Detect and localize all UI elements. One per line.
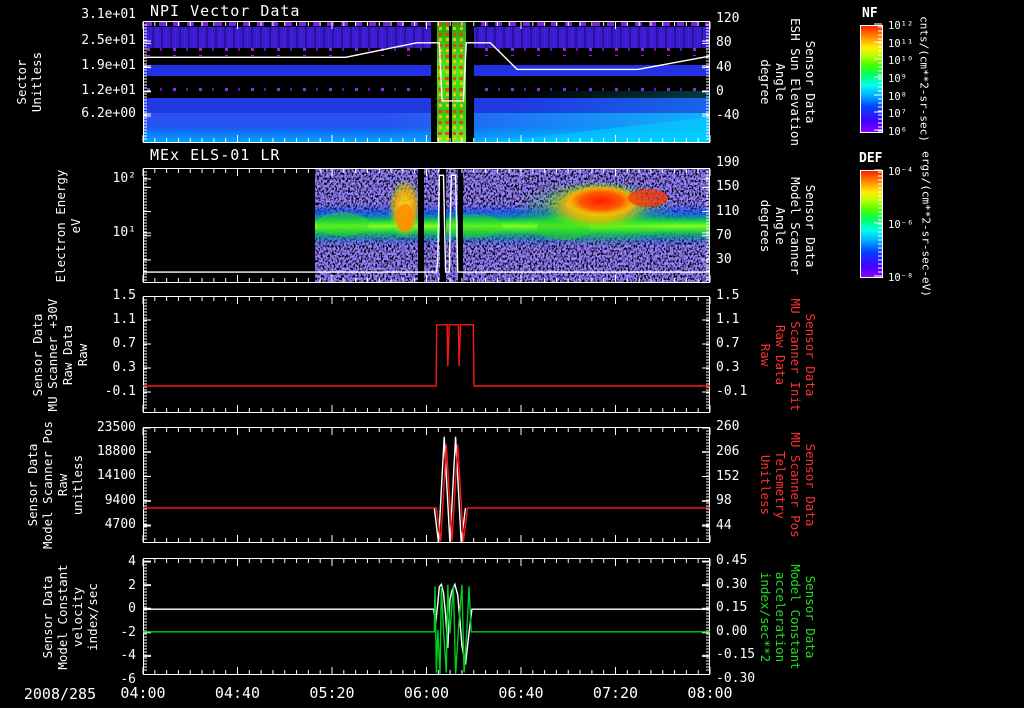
- y-axis-label: Sensor Data Model Scanner Pos Raw unitle…: [25, 421, 85, 549]
- esh-sun-elevation-angle: [143, 42, 711, 102]
- colorbar-tick-label: 10⁻⁸: [888, 272, 914, 284]
- y-tick-label: 2.5e+01: [81, 33, 136, 48]
- colorbar-tick-label: 10⁹: [888, 73, 907, 85]
- colorbar-tick-label: 10⁻⁴: [888, 166, 914, 178]
- colorbar-tick-label: 10⁷: [888, 108, 907, 120]
- time-tick-label: 06:40: [498, 684, 544, 702]
- time-tick-label: 08:00: [687, 684, 733, 702]
- y-axis-label: Sensor Data Model Constant velocity inde…: [40, 563, 100, 670]
- colorbar-tick-label: 10¹⁰: [888, 55, 914, 67]
- y-tick-label: 3.1e+01: [81, 7, 136, 22]
- right-axis-label: Sensor Data ESH Sun Elevation Angle degr…: [758, 18, 818, 146]
- y-tick-label: 1.9e+01: [81, 58, 136, 73]
- axes-and-series-layer: [142, 22, 882, 675]
- time-tick-label: 04:40: [214, 684, 261, 702]
- right-axis-label: Sensor Data Model Scanner Angle degrees: [758, 176, 818, 275]
- time-tick-label: 04:00: [120, 684, 166, 702]
- mu-scanner-30v-raw: [143, 324, 710, 387]
- right-axis-label: Sensor Data MU Scanner Pos Telemetry Uni…: [758, 432, 818, 538]
- model-constant-velocity: [143, 582, 710, 665]
- y-axis-label: Sensor Data MU Scanner +30V Raw Data Raw: [30, 298, 90, 411]
- y-axis-label: Sector Unitless: [14, 51, 44, 113]
- plot-screen: NPI Vector Data MEx ELS-01 LR NF cnts/(c…: [0, 0, 1024, 708]
- colorbar-tick-label: 10⁸: [888, 91, 907, 103]
- time-tick-label: 07:20: [592, 684, 639, 702]
- right-y-tick-label: 190: [716, 155, 740, 171]
- colorbar-tick-label: 10¹²: [888, 20, 914, 32]
- time-tick-label: 05:20: [309, 684, 355, 702]
- colorbar-tick-label: 10⁶: [888, 126, 907, 138]
- y-axis-label: Electron Energy eV: [53, 169, 83, 282]
- y-tick-label: 6.2e+00: [81, 106, 136, 121]
- time-tick-label: 06:00: [403, 684, 450, 702]
- y-tick-label: 1.2e+01: [81, 83, 136, 98]
- colorbar-tick-label: 10⁻⁶: [888, 219, 914, 231]
- model-constant-acceleration: [143, 584, 710, 675]
- model-scanner-angle: [143, 174, 710, 273]
- right-axis-label: Sensor Data Model Constant acceleration …: [758, 563, 818, 670]
- right-axis-label: Sensor Data MU Scanner Init Raw Data Raw: [758, 298, 818, 411]
- colorbar-tick-label: 10¹¹: [888, 38, 914, 50]
- mu-scanner-pos-telemetry: [143, 444, 710, 542]
